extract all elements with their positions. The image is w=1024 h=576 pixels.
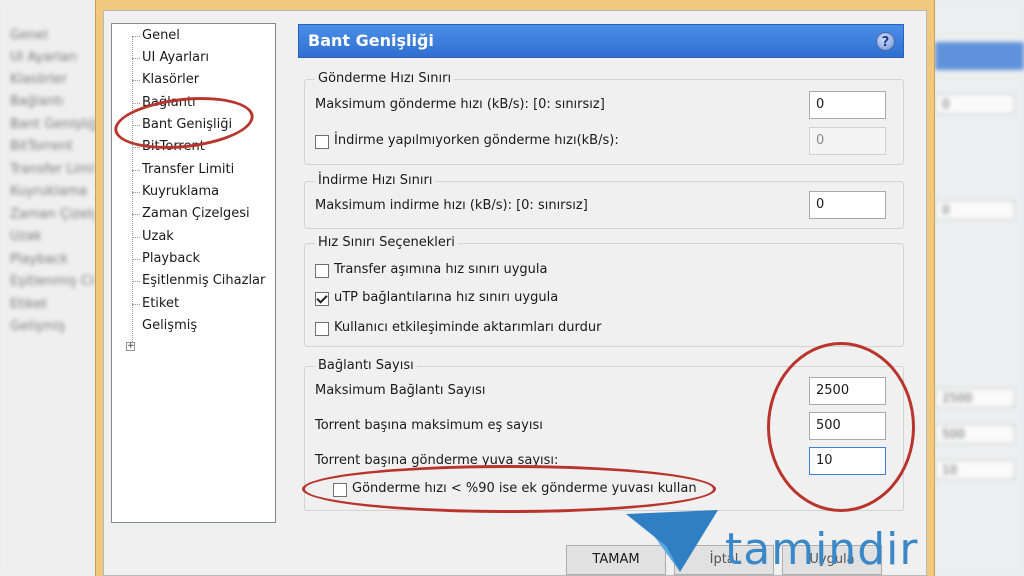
bg-item: Bağlantı (10, 94, 64, 109)
stop-on-activity-checkbox[interactable] (315, 322, 329, 336)
alt-upload-checkbox[interactable] (315, 135, 329, 149)
bg-field: 10 (935, 460, 1015, 480)
utp-limit-checkbox[interactable] (315, 292, 329, 306)
bg-item: UI Ayarları (10, 50, 78, 65)
tree-connector (132, 36, 133, 350)
bg-item: Genel (10, 28, 48, 43)
tree-connector (132, 147, 140, 148)
tree-item-klasorler[interactable]: Klasörler (142, 72, 199, 88)
bg-item: Gelişmiş (10, 319, 66, 334)
bg-item: Eşitlenmiş Cihazlar (10, 274, 95, 289)
tree-connector (132, 237, 140, 238)
bg-item: Etiket (10, 297, 48, 312)
page-title: Bant Genişliği (308, 31, 434, 50)
tree-item-genel[interactable]: Genel (142, 28, 180, 44)
bg-item: Zaman Çizelgesi (10, 207, 95, 222)
group-title: Hız Sınırı Seçenekleri (315, 235, 458, 251)
tree-connector (132, 170, 140, 171)
tree-connector (132, 103, 140, 104)
bg-header (935, 42, 1024, 70)
expand-plus-icon[interactable]: + (126, 342, 135, 351)
background-window-left: Genel UI Ayarları Klasörler Bağlantı Ban… (0, 0, 95, 576)
tree-connector (132, 80, 140, 81)
bg-item: Transfer Limiti (10, 162, 95, 177)
bg-item: Playback (10, 252, 69, 267)
tree-connector (132, 304, 140, 305)
bg-field: 0 (935, 94, 1015, 114)
bg-field: 0 (935, 200, 1015, 220)
tree-item-ui-ayarlari[interactable]: UI Ayarları (142, 50, 209, 66)
bg-item: Klasörler (10, 72, 68, 87)
tree-connector (132, 58, 140, 59)
bg-field: 500 (935, 424, 1015, 444)
max-connections-label: Maksimum Bağlantı Sayısı (315, 383, 486, 398)
alt-upload-label: İndirme yapılmıyorken gönderme hızı(kB/s… (334, 133, 619, 148)
group-title: İndirme Hızı Sınırı (315, 173, 436, 189)
bg-item: BitTorrent (10, 139, 73, 154)
tree-item-gelismis[interactable]: Gelişmiş (142, 318, 197, 334)
bg-item: Uzak (10, 229, 42, 244)
bg-item: Kuyruklama (10, 184, 88, 199)
tree-connector (132, 259, 140, 260)
max-download-input[interactable]: 0 (809, 191, 886, 219)
stop-on-activity-label: Kullanıcı etkileşiminde aktarımları durd… (334, 320, 602, 335)
max-upload-label: Maksimum gönderme hızı (kB/s): [0: sınır… (315, 97, 605, 112)
tree-item-kuyruklama[interactable]: Kuyruklama (142, 184, 219, 200)
group-title: Bağlantı Sayısı (315, 358, 417, 374)
tree-item-zaman-cizelgesi[interactable]: Zaman Çizelgesi (142, 206, 250, 222)
tamindir-logo-icon (626, 510, 718, 572)
overhead-limit-checkbox[interactable] (315, 264, 329, 278)
overhead-limit-label: Transfer aşımına hız sınırı uygula (334, 262, 548, 277)
tree-item-transfer-limiti[interactable]: Transfer Limiti (142, 162, 234, 178)
help-icon[interactable]: ? (876, 32, 895, 51)
bg-item: Bant Genişliği (10, 117, 95, 132)
title-bar (96, 0, 934, 10)
group-title: Gönderme Hızı Sınırı (315, 71, 455, 87)
tree-connector (132, 281, 140, 282)
watermark-brand: tamindir (725, 524, 919, 575)
utp-limit-label: uTP bağlantılarına hız sınırı uygula (334, 290, 559, 305)
max-upload-input[interactable]: 0 (809, 91, 886, 119)
tree-item-etiket[interactable]: Etiket (142, 296, 179, 312)
background-window-right: 0 0 2500 500 10 (935, 0, 1024, 576)
tree-connector (132, 214, 140, 215)
tree-connector (132, 192, 140, 193)
highlight-ellipse (767, 342, 915, 512)
max-download-label: Maksimum indirme hızı (kB/s): [0: sınırs… (315, 198, 588, 213)
alt-upload-input[interactable]: 0 (809, 127, 886, 155)
tree-item-esitlenmis-cihazlar[interactable]: Eşitlenmiş Cihazlar (142, 273, 265, 289)
page-header: Bant Genişliği ? (298, 24, 904, 58)
bg-field: 2500 (935, 388, 1015, 408)
tree-item-uzak[interactable]: Uzak (142, 229, 174, 245)
tree-connector (132, 36, 140, 37)
peers-per-torrent-label: Torrent başına maksimum eş sayısı (315, 418, 543, 433)
tree-item-playback[interactable]: Playback (142, 251, 200, 267)
